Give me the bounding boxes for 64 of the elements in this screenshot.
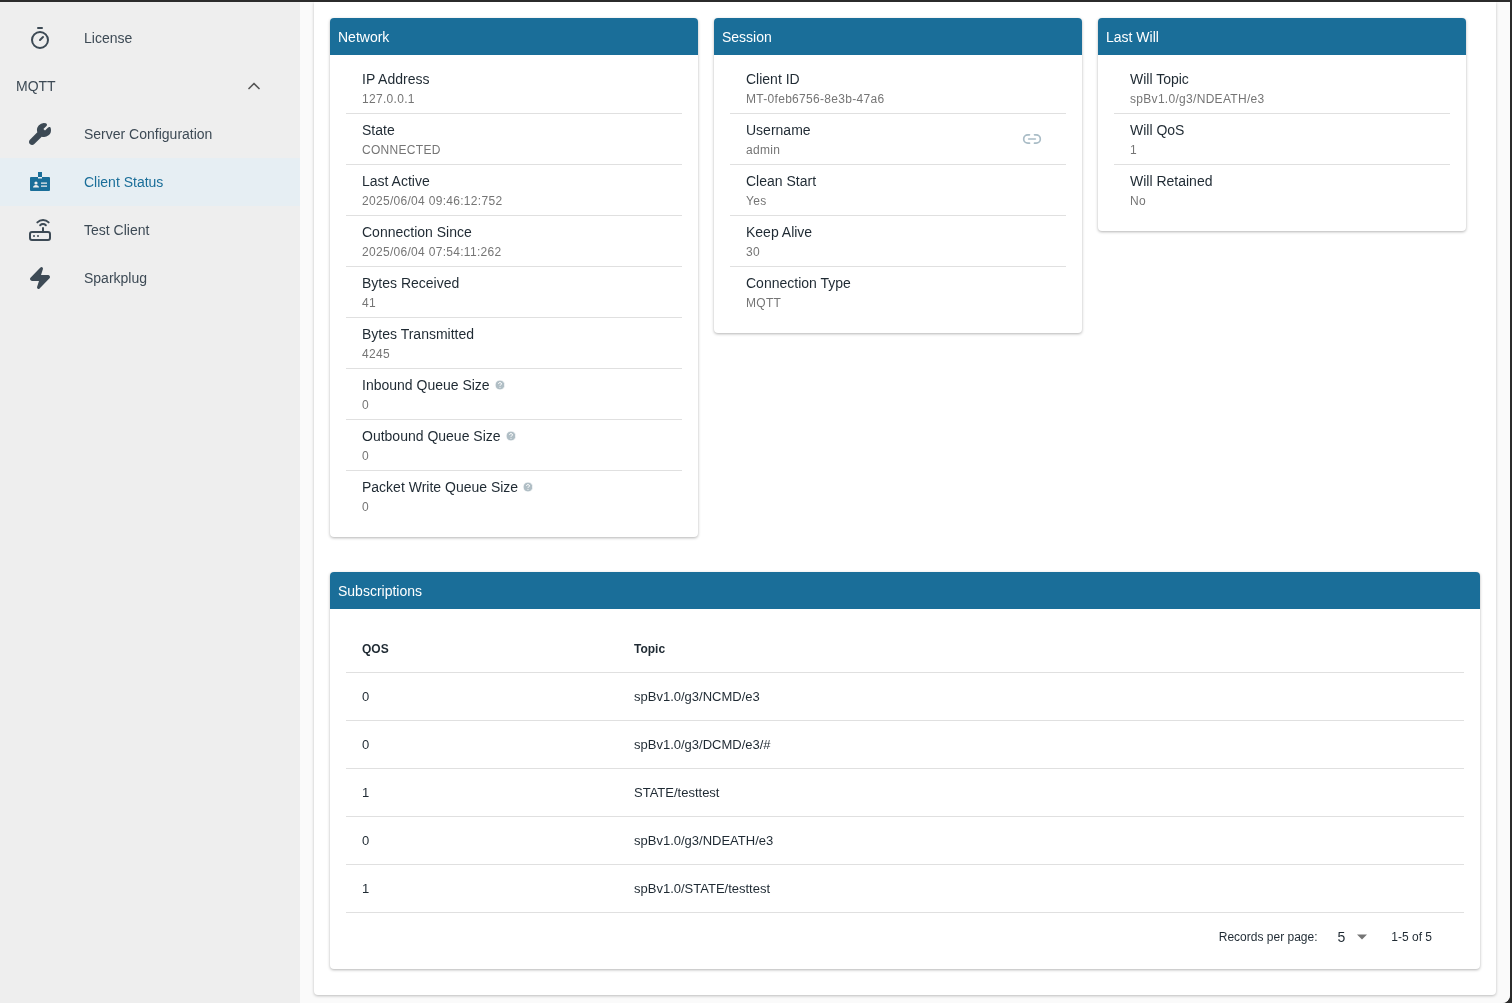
dropdown-caret-icon — [1357, 934, 1368, 940]
help-icon[interactable] — [522, 481, 535, 493]
field-label: IP Address — [362, 70, 430, 89]
field-label: Bytes Received — [362, 274, 460, 293]
field-value: MT-0feb6756-8e3b-47a6 — [746, 91, 886, 107]
field-label: Inbound Queue Size — [362, 376, 490, 395]
pagination-label: Records per page: — [1218, 929, 1318, 945]
field-label: Username — [746, 121, 811, 140]
field-label: Keep Alive — [746, 223, 813, 242]
table-cell-text: spBv1.0/g3/NCMD/e3 — [634, 687, 760, 706]
field-value: admin — [746, 142, 782, 158]
stopwatch-icon — [28, 26, 52, 50]
help-icon[interactable] — [504, 430, 517, 442]
field-label: Clean Start — [746, 172, 817, 191]
table-cell-text: STATE/testtest — [634, 783, 720, 802]
table-cell-text: spBv1.0/g3/NDEATH/e3 — [634, 831, 774, 850]
field-label: Outbound Queue Size — [362, 427, 501, 446]
field-value: 2025/06/04 09:46:12:752 — [362, 193, 504, 209]
field-value: 0 — [362, 397, 370, 413]
card-header: Subscriptions — [330, 572, 1480, 609]
field-label: Packet Write Queue Size — [362, 478, 519, 497]
field-value: CONNECTED — [362, 142, 442, 158]
card-header: Last Will — [1098, 18, 1466, 55]
field-label: Bytes Transmitted — [362, 325, 475, 344]
field-value: 1 — [1130, 142, 1138, 158]
field-label: Will QoS — [1130, 121, 1185, 140]
table-cell-text: 0 — [361, 687, 371, 706]
pagination-range: 1-5 of 5 — [1391, 929, 1432, 945]
table-cell-text: 1 — [361, 783, 371, 802]
column-header: Topic — [634, 640, 666, 657]
field-value: 127.0.0.1 — [362, 91, 416, 107]
field-label: Connection Since — [362, 223, 472, 242]
table-cell-text: spBv1.0/g3/DCMD/e3/# — [634, 735, 771, 754]
router-icon — [28, 218, 52, 242]
sidebar-item[interactable]: Client Status — [0, 158, 300, 206]
field-value: 0 — [362, 499, 370, 515]
table-cell-text: 0 — [361, 735, 371, 754]
field-value: Yes — [746, 193, 768, 209]
field-value: 0 — [362, 448, 370, 464]
field-value: MQTT — [746, 295, 783, 311]
field-value: spBv1.0/g3/NDEATH/e3 — [1130, 91, 1266, 107]
table-cell-text: 1 — [361, 879, 371, 898]
table-cell-text: spBv1.0/STATE/testtest — [634, 879, 771, 898]
field-label: Last Active — [362, 172, 430, 191]
id-badge-icon — [28, 170, 52, 194]
card-header: Network — [330, 18, 698, 55]
card-header: Session — [714, 18, 1082, 55]
field-value: No — [1130, 193, 1147, 209]
field-label: Client ID — [746, 70, 800, 89]
field-label: Connection Type — [746, 274, 851, 293]
per-page-select[interactable]: 5 — [1337, 927, 1368, 947]
section-header[interactable]: MQTT — [0, 62, 300, 110]
help-icon[interactable] — [493, 379, 506, 391]
field-value: 2025/06/04 07:54:11:262 — [362, 244, 503, 260]
field-value: 30 — [746, 244, 761, 260]
field-value: 4245 — [362, 346, 391, 362]
table-cell-text: 0 — [361, 831, 371, 850]
wrench-icon — [28, 122, 52, 146]
field-value: 41 — [362, 295, 377, 311]
field-label: Will Retained — [1130, 172, 1213, 191]
column-header: QOS — [361, 640, 390, 657]
field-label: State — [362, 121, 395, 140]
lightning-icon — [28, 266, 52, 290]
field-label: Will Topic — [1130, 70, 1189, 89]
